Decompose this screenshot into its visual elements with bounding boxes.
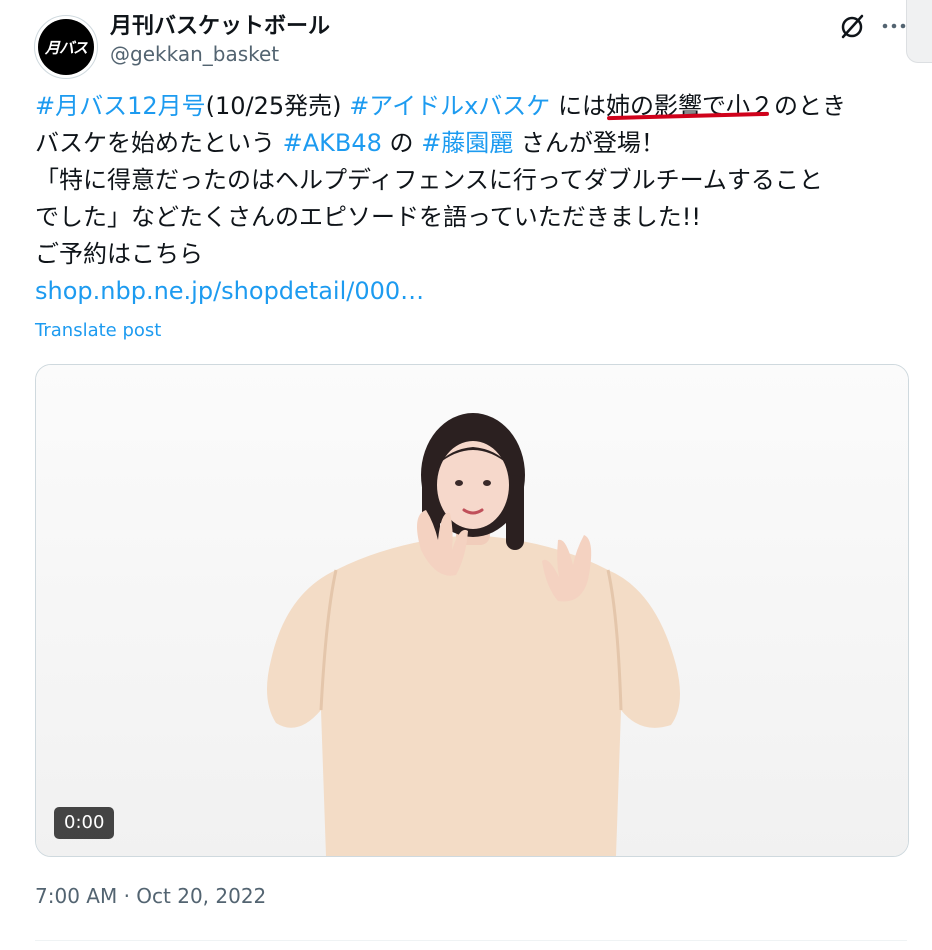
post-text-segment: さんが登場！ — [513, 129, 665, 157]
post-timestamp[interactable]: 7:00 AM · Oct 20, 2022 — [35, 884, 266, 908]
post-line-1: #月バス12月号(10/25発売) #アイドルxバスケ には姉の影響で小２のとき — [35, 88, 905, 125]
post-line-2: バスケを始めたという #AKB48 の #藤園麗 さんが登場！ — [35, 125, 905, 162]
shop-link[interactable]: shop.nbp.ne.jp/shopdetail/000… — [35, 277, 424, 305]
hashtag-link[interactable]: #藤園麗 — [421, 129, 513, 157]
grok-slash-icon[interactable] — [836, 10, 868, 42]
post-line-4: でした」などたくさんのエピソードを語っていただきました!! — [35, 203, 702, 231]
account-name[interactable]: 月刊バスケットボール — [110, 8, 330, 40]
translate-post-link[interactable]: Translate post — [35, 320, 161, 341]
scrollbar-thumb[interactable] — [906, 0, 932, 63]
post-text-segment: (10/25発売) — [205, 92, 350, 120]
post-text-segment: バスケを始めたという — [35, 129, 283, 157]
video-duration-badge: 0:00 — [54, 807, 115, 839]
video-player[interactable]: 0:00 — [35, 364, 909, 857]
hashtag-link[interactable]: #アイドルxバスケ — [349, 92, 550, 120]
hashtag-link[interactable]: #AKB48 — [283, 129, 382, 157]
avatar-logo: 月バス — [38, 19, 94, 75]
post-line-5: ご予約はこちら — [35, 240, 203, 268]
post-line-3: 「特に得意だったのはヘルプディフェンスに行ってダブルチームすること — [35, 166, 823, 194]
divider — [35, 940, 907, 941]
post-text-segment: の — [381, 129, 422, 157]
account-avatar[interactable]: 月バス — [34, 15, 98, 79]
hashtag-link[interactable]: #月バス12月号 — [35, 92, 206, 120]
post-link-line: shop.nbp.ne.jp/shopdetail/000… — [35, 273, 905, 310]
video-frame-illustration — [36, 365, 908, 856]
post-text: #月バス12月号(10/25発売) #アイドルxバスケ には姉の影響で小２のとき… — [35, 88, 905, 310]
account-handle[interactable]: @gekkan_basket — [110, 42, 279, 66]
